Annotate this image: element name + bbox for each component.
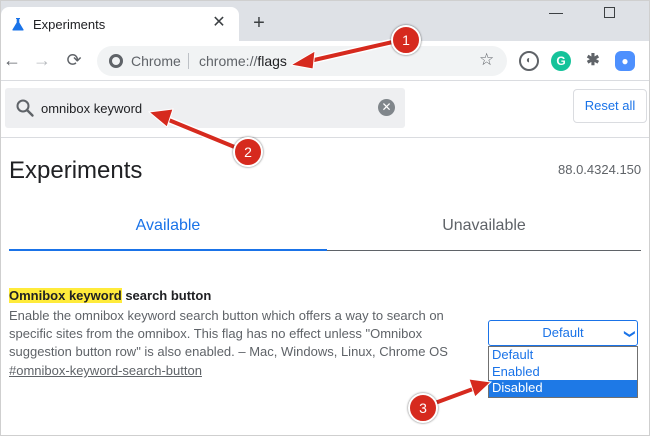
flask-icon	[12, 18, 24, 31]
forward-arrow-icon[interactable]: →	[31, 49, 53, 71]
grammarly-icon[interactable]: G	[551, 51, 571, 71]
option-disabled[interactable]: Disabled	[489, 380, 637, 397]
flag-state-dropdown: Default Enabled Disabled	[488, 346, 638, 398]
privacy-extension-icon[interactable]: ◐	[519, 51, 539, 71]
maximize-icon[interactable]	[604, 7, 615, 18]
address-separator	[188, 53, 189, 69]
flag-title-highlight: Omnibox keyword	[9, 288, 122, 303]
callout-badge-2: 2	[233, 137, 263, 167]
tab-strip: Experiments ✕ +	[1, 1, 649, 41]
version-label: 88.0.4324.150	[558, 162, 642, 177]
tab-unavailable[interactable]: Unavailable	[327, 205, 641, 251]
reset-all-button[interactable]: Reset all	[573, 89, 647, 123]
bookmark-star-icon[interactable]: ☆	[479, 50, 494, 70]
tab-experiments[interactable]: Experiments ✕	[1, 7, 239, 41]
address-bar[interactable]: Chrome chrome://flags ☆	[97, 46, 507, 76]
minimize-icon[interactable]	[549, 13, 563, 14]
flag-permalink[interactable]: #omnibox-keyword-search-button	[9, 363, 202, 378]
site-label: Chrome	[131, 53, 181, 69]
callout-badge-3: 3	[408, 393, 438, 423]
url-path: flags	[257, 53, 287, 69]
chrome-site-icon	[109, 54, 123, 68]
url-prefix: chrome://	[199, 53, 258, 69]
flag-description: Enable the omnibox keyword search button…	[9, 308, 448, 359]
flag-state-select[interactable]: Default ❯	[488, 320, 638, 346]
select-value: Default	[542, 325, 584, 340]
profile-extension-icon[interactable]: ●	[615, 51, 635, 71]
flag-title-rest: search button	[121, 288, 212, 303]
search-box: ✕	[5, 88, 405, 128]
search-icon	[16, 99, 34, 117]
tab-close-icon[interactable]: ✕	[209, 13, 229, 33]
flags-header: ✕ Reset all	[1, 82, 649, 138]
new-tab-button[interactable]: +	[249, 13, 269, 33]
puzzle-icon[interactable]: ✱	[583, 51, 603, 71]
option-enabled[interactable]: Enabled	[489, 364, 637, 381]
option-default[interactable]: Default	[489, 347, 637, 364]
back-arrow-icon[interactable]: ←	[1, 49, 23, 71]
search-input[interactable]	[41, 97, 361, 119]
clear-search-icon[interactable]: ✕	[378, 99, 395, 116]
reload-icon[interactable]: ⟳	[63, 49, 85, 71]
arrow-3	[431, 378, 493, 407]
address-url[interactable]: chrome://flags	[199, 53, 287, 69]
flag-title: Omnibox keyword search button	[9, 288, 211, 303]
tab-title: Experiments	[33, 17, 106, 32]
browser-window: Experiments ✕ + ← → ⟳ Chrome chrome://fl…	[0, 0, 650, 436]
browser-toolbar: ← → ⟳ Chrome chrome://flags ☆ ◐ G ✱ ●	[1, 41, 649, 81]
callout-badge-1: 1	[391, 25, 421, 55]
chevron-down-icon: ❯	[623, 329, 636, 339]
page-title: Experiments	[9, 157, 143, 184]
tab-available[interactable]: Available	[9, 205, 327, 251]
